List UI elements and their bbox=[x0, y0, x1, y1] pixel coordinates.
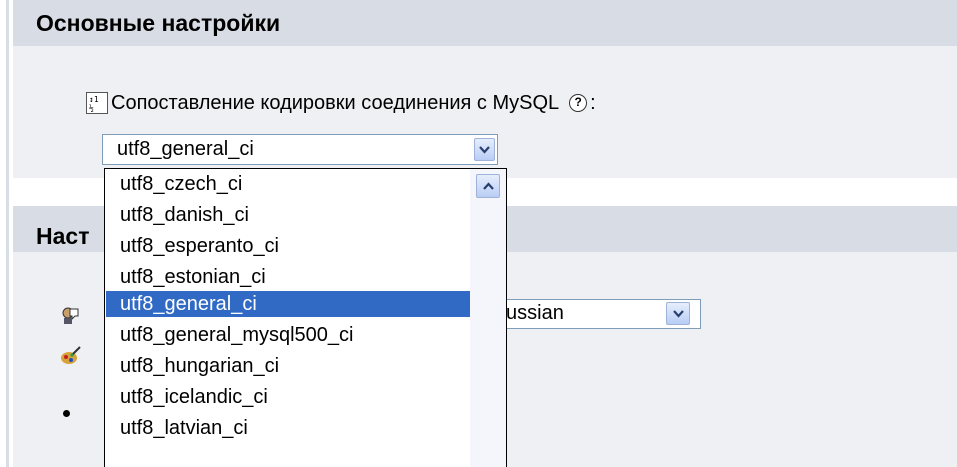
list-item[interactable]: utf8_latvian_ci bbox=[106, 415, 470, 441]
svg-text:↕1: ↕1 bbox=[89, 95, 99, 104]
section-header-main-settings: Основные настройки bbox=[13, 0, 957, 46]
collation-label: Сопоставление кодировки соединения с MyS… bbox=[111, 91, 560, 114]
label-colon: : bbox=[590, 91, 596, 114]
language-select-value: ussian bbox=[506, 302, 564, 324]
collation-select-value: utf8_general_ci bbox=[117, 138, 254, 160]
sort-icon: ↕1 ½ bbox=[86, 92, 108, 114]
collation-label-row: ↕1 ½ Сопоставление кодировки соединения … bbox=[86, 88, 596, 118]
list-item[interactable]: utf8_czech_ci bbox=[106, 171, 470, 197]
language-icon bbox=[62, 307, 79, 324]
chevron-down-icon[interactable] bbox=[474, 138, 495, 161]
collation-dropdown-list[interactable]: utf8_czech_ci utf8_danish_ci utf8_esperant… bbox=[104, 168, 507, 467]
help-icon[interactable]: ? bbox=[569, 94, 588, 112]
chevron-up-icon[interactable] bbox=[476, 174, 500, 198]
list-item[interactable]: utf8_hungarian_ci bbox=[106, 353, 470, 379]
list-item[interactable]: utf8_general_mysql500_ci bbox=[106, 322, 470, 348]
list-item[interactable]: utf8_estonian_ci bbox=[106, 264, 470, 290]
list-item[interactable]: utf8_esperanto_ci bbox=[106, 233, 470, 259]
bullet-icon bbox=[63, 410, 70, 417]
svg-text:½: ½ bbox=[89, 103, 94, 113]
help-glyph: ? bbox=[574, 95, 582, 109]
list-item[interactable]: utf8_icelandic_ci bbox=[106, 384, 470, 410]
list-scrollbar[interactable] bbox=[470, 169, 506, 467]
collation-select[interactable]: utf8_general_ci bbox=[102, 134, 498, 165]
language-dropdown-button[interactable] bbox=[666, 302, 690, 325]
theme-brush-icon bbox=[61, 346, 81, 364]
section-title: Основные настройки bbox=[36, 10, 281, 36]
list-item[interactable]: utf8_danish_ci bbox=[106, 202, 470, 228]
list-item[interactable]: utf8_general_ci bbox=[106, 291, 470, 317]
left-border bbox=[0, 0, 9, 467]
